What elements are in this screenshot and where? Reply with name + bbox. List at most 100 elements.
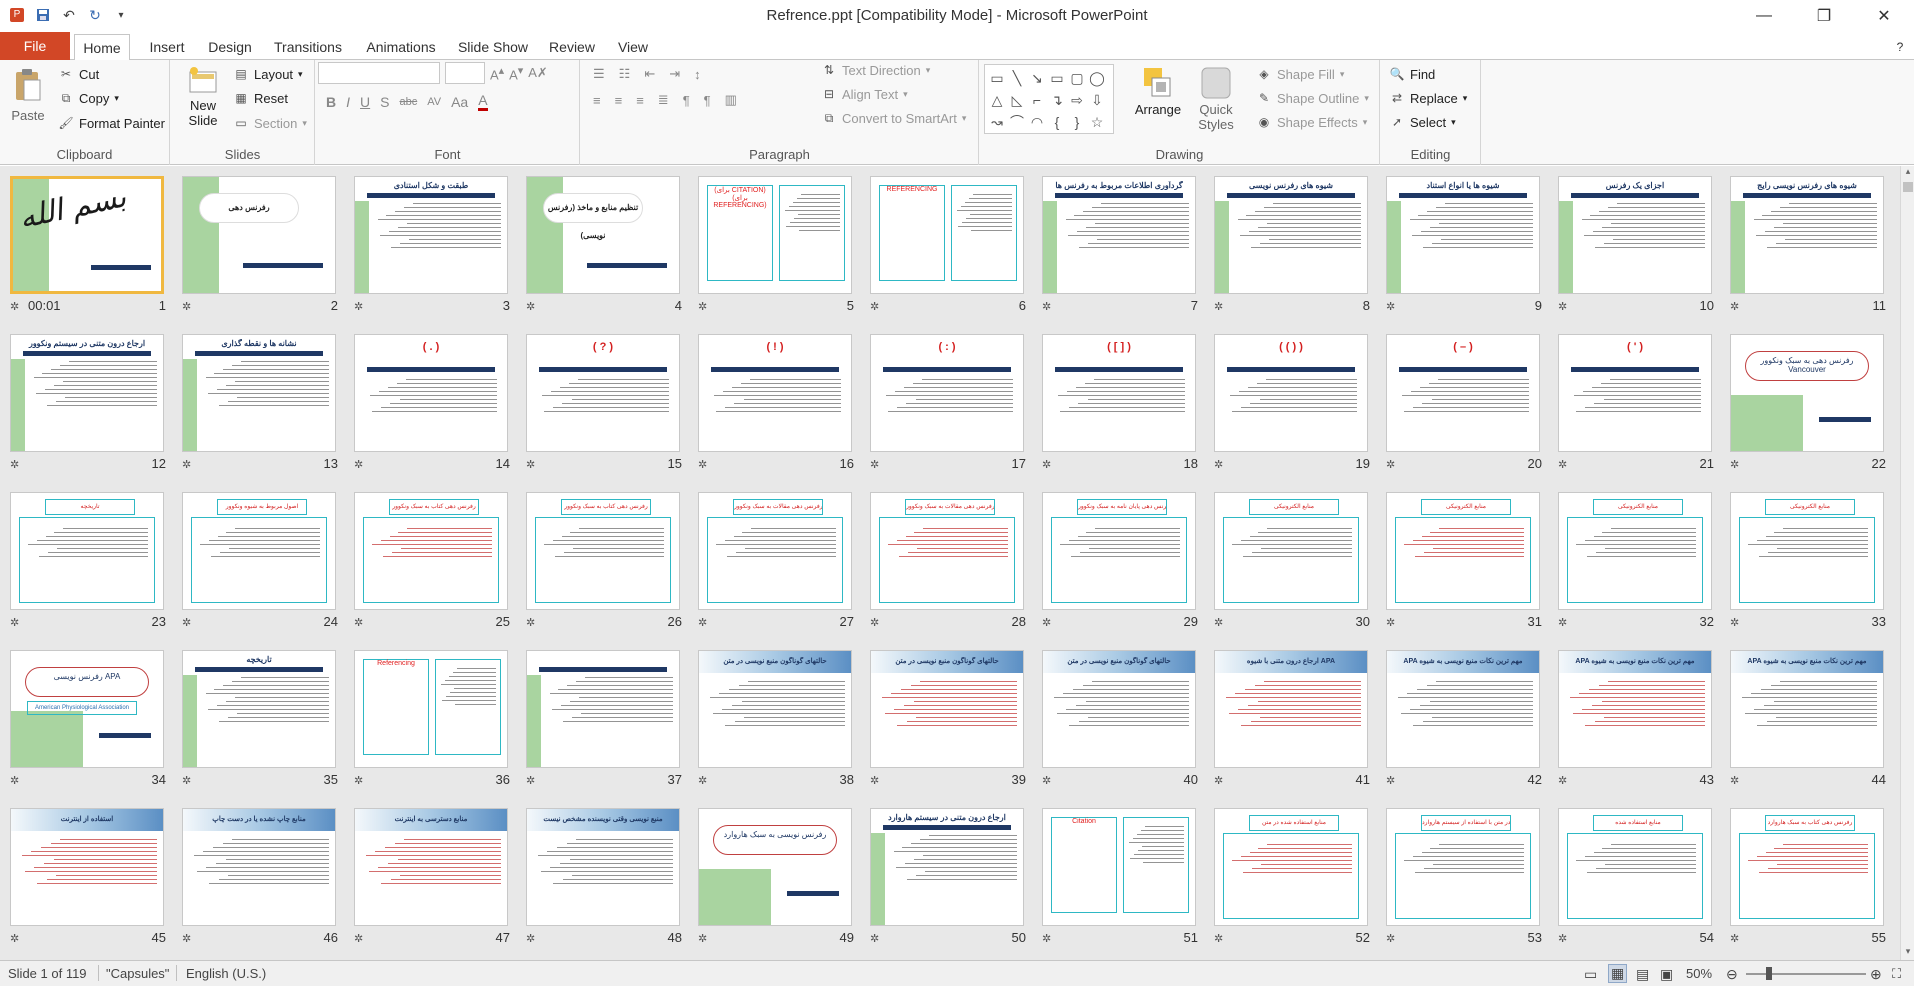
- transition-star-icon[interactable]: ✲: [1386, 932, 1395, 945]
- transition-star-icon[interactable]: ✲: [354, 300, 363, 313]
- slide-thumbnail[interactable]: APA مهم ترین نکات منبع نویسی به شیوه: [1386, 650, 1540, 768]
- transition-star-icon[interactable]: ✲: [10, 300, 19, 313]
- slide-thumbnail[interactable]: ( : ): [870, 334, 1024, 452]
- connector-shape-icon[interactable]: ⌐: [1027, 89, 1047, 111]
- normal-view-icon[interactable]: ▭: [1584, 966, 1597, 983]
- arrange-button[interactable]: Arrange: [1132, 66, 1184, 117]
- transition-star-icon[interactable]: ✲: [526, 300, 535, 313]
- transition-star-icon[interactable]: ✲: [1558, 774, 1567, 787]
- bent-arrow-shape-icon[interactable]: ↴: [1047, 89, 1067, 111]
- slide-sorter-view-icon[interactable]: ▦: [1608, 964, 1628, 983]
- align-text-button[interactable]: ⊟ Align Text ▾: [821, 86, 908, 102]
- slide-thumbnail[interactable]: تنظیم منابع و ماخذ (رفرنس نویسی): [526, 176, 680, 294]
- ltr-icon[interactable]: ¶: [704, 93, 711, 108]
- find-button[interactable]: 🔍 Find: [1389, 66, 1436, 82]
- slide-thumbnail[interactable]: رفرنس دهی کتاب به سبک ونکوور: [354, 492, 508, 610]
- arrow-shape-icon[interactable]: ↘: [1027, 67, 1047, 89]
- file-tab[interactable]: File: [0, 32, 70, 60]
- transition-star-icon[interactable]: ✲: [182, 774, 191, 787]
- transition-star-icon[interactable]: ✲: [870, 774, 879, 787]
- freeform-shape-icon[interactable]: ↝: [987, 111, 1007, 133]
- slide-thumbnail[interactable]: رفرنس دهی مقالات به سبک ونکوور: [698, 492, 852, 610]
- numbering-icon[interactable]: ☷: [619, 66, 631, 82]
- character-spacing-button[interactable]: AV: [427, 96, 441, 108]
- slide-thumbnail[interactable]: رفرنس دهی به سبک ونکوور Vancouver: [1730, 334, 1884, 452]
- slide-thumbnail[interactable]: بسم الله: [10, 176, 164, 294]
- scroll-up-icon[interactable]: ▴: [1901, 166, 1914, 180]
- layout-button[interactable]: ▤ Layout ▾: [233, 66, 302, 82]
- transition-star-icon[interactable]: ✲: [698, 616, 707, 629]
- transition-star-icon[interactable]: ✲: [1730, 616, 1739, 629]
- slide-thumbnail[interactable]: ارجاع درون متنی با شیوه APA: [1214, 650, 1368, 768]
- slide-thumbnail[interactable]: حالتهای گوناگون منبع نویسی در متن: [698, 650, 852, 768]
- increase-indent-icon[interactable]: ⇥: [669, 66, 680, 82]
- zoom-out-icon[interactable]: ⊖: [1726, 966, 1738, 983]
- transition-star-icon[interactable]: ✲: [870, 458, 879, 471]
- slide-thumbnail[interactable]: رفرنس نویسی به سبک هاروارد: [698, 808, 852, 926]
- tab-review[interactable]: Review: [544, 34, 600, 60]
- select-button[interactable]: ➚ Select ▾: [1389, 114, 1456, 130]
- transition-star-icon[interactable]: ✲: [1214, 300, 1223, 313]
- slide-thumbnail[interactable]: ( – ): [1386, 334, 1540, 452]
- transition-star-icon[interactable]: ✲: [698, 774, 707, 787]
- transition-star-icon[interactable]: ✲: [1730, 300, 1739, 313]
- slide-thumbnail[interactable]: [526, 650, 680, 768]
- slide-thumbnail[interactable]: منابع الکترونیکی: [1214, 492, 1368, 610]
- clear-formatting-icon[interactable]: A✗: [528, 65, 548, 81]
- right-brace-shape-icon[interactable]: }: [1067, 111, 1087, 133]
- transition-star-icon[interactable]: ✲: [1214, 774, 1223, 787]
- reset-button[interactable]: ▦ Reset: [233, 90, 288, 106]
- transition-star-icon[interactable]: ✲: [698, 932, 707, 945]
- slide-thumbnail[interactable]: منابع الکترونیکی: [1558, 492, 1712, 610]
- shape-fill-button[interactable]: ◈ Shape Fill ▾: [1256, 66, 1344, 82]
- transition-star-icon[interactable]: ✲: [1214, 458, 1223, 471]
- slide-thumbnail[interactable]: منابع چاپ نشده یا در دست چاپ: [182, 808, 336, 926]
- transition-star-icon[interactable]: ✲: [354, 458, 363, 471]
- cut-button[interactable]: ✂ Cut: [58, 66, 99, 82]
- transition-star-icon[interactable]: ✲: [10, 932, 19, 945]
- triangle-shape-icon[interactable]: △: [987, 89, 1007, 111]
- transition-star-icon[interactable]: ✲: [1214, 932, 1223, 945]
- zoom-slider[interactable]: [1746, 973, 1866, 975]
- slide-thumbnail[interactable]: منابع دسترسی به اینترنت: [354, 808, 508, 926]
- underline-button[interactable]: U: [360, 94, 370, 110]
- tab-slide-show[interactable]: Slide Show: [454, 34, 532, 60]
- transition-star-icon[interactable]: ✲: [526, 458, 535, 471]
- slide-thumbnail[interactable]: طبقت و شکل استنادی: [354, 176, 508, 294]
- transition-star-icon[interactable]: ✲: [870, 300, 879, 313]
- transition-star-icon[interactable]: ✲: [870, 616, 879, 629]
- slide-thumbnail[interactable]: رفرنس دهی کتاب به سبک ونکوور: [526, 492, 680, 610]
- slide-thumbnail[interactable]: منابع استفاده شده در متن با استفاده از س…: [1386, 808, 1540, 926]
- line-shape-icon[interactable]: ╲: [1007, 67, 1027, 89]
- transition-star-icon[interactable]: ✲: [870, 932, 879, 945]
- slide-thumbnail[interactable]: رفرنس دهی کتاب به سبک هاروارد: [1730, 808, 1884, 926]
- slide-thumbnail[interactable]: ( ' ): [1558, 334, 1712, 452]
- arc-shape-icon[interactable]: ◠: [1027, 111, 1047, 133]
- oval-shape-icon[interactable]: ◯: [1087, 67, 1107, 89]
- bold-button[interactable]: B: [326, 94, 336, 110]
- columns-icon[interactable]: ▥: [725, 92, 737, 108]
- close-button[interactable]: ✕: [1854, 0, 1914, 32]
- right-arrow-shape-icon[interactable]: ⇨: [1067, 89, 1087, 111]
- tab-transitions[interactable]: Transitions: [266, 34, 350, 60]
- tab-animations[interactable]: Animations: [356, 34, 446, 60]
- shrink-font-icon[interactable]: A▾: [509, 64, 523, 82]
- zoom-slider-thumb[interactable]: [1766, 967, 1772, 980]
- slide-thumbnail[interactable]: استفاده از اینترنت: [10, 808, 164, 926]
- slide-show-view-icon[interactable]: ▣: [1660, 966, 1673, 983]
- transition-star-icon[interactable]: ✲: [10, 774, 19, 787]
- scrollbar-thumb[interactable]: [1903, 182, 1913, 192]
- slide-thumbnail[interactable]: اجزای یک رفرنس: [1558, 176, 1712, 294]
- slide-thumbnail[interactable]: ارجاع درون متنی در سیستم هاروارد: [870, 808, 1024, 926]
- minimize-button[interactable]: —: [1734, 0, 1794, 32]
- slide-thumbnail[interactable]: REFERENCING: [870, 176, 1024, 294]
- fit-to-window-icon[interactable]: ⛶: [1892, 966, 1901, 982]
- format-painter-button[interactable]: 🖌 Format Painter: [58, 115, 165, 131]
- zoom-in-icon[interactable]: ⊕: [1870, 966, 1882, 983]
- transition-star-icon[interactable]: ✲: [1730, 932, 1739, 945]
- left-brace-shape-icon[interactable]: {: [1047, 111, 1067, 133]
- text-direction-button[interactable]: ⇅ Text Direction ▾: [821, 62, 930, 78]
- quick-styles-button[interactable]: Quick Styles: [1190, 66, 1242, 132]
- transition-star-icon[interactable]: ✲: [698, 300, 707, 313]
- transition-star-icon[interactable]: ✲: [1386, 774, 1395, 787]
